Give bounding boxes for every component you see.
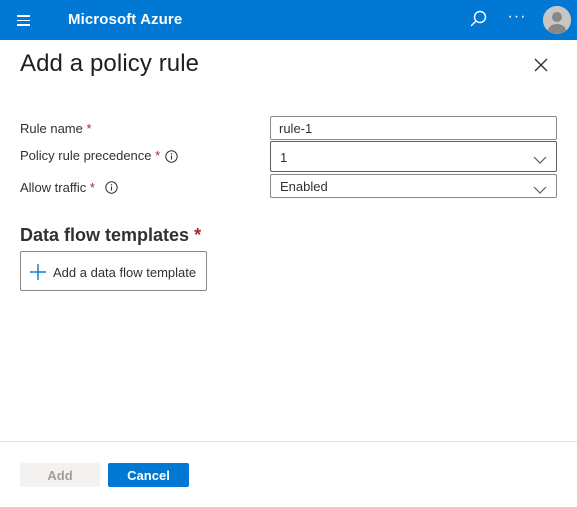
precedence-dropdown[interactable]: 1 [270, 141, 557, 172]
required-marker: * [194, 225, 202, 245]
add-button[interactable]: Add [20, 463, 100, 487]
chevron-down-icon [533, 182, 547, 194]
add-data-flow-template-button[interactable]: Add a data flow template [20, 251, 207, 291]
section-title-text: Data flow templates [20, 225, 190, 245]
menu-icon[interactable] [12, 10, 36, 30]
top-bar: Microsoft Azure ··· [0, 0, 577, 40]
info-icon[interactable] [165, 150, 178, 163]
precedence-label-text: Policy rule precedence [20, 148, 152, 163]
rule-name-input[interactable] [270, 116, 557, 140]
required-marker: * [86, 121, 92, 136]
page-title: Add a policy rule [20, 50, 200, 77]
allow-traffic-value: Enabled [280, 179, 328, 194]
plus-icon [29, 263, 47, 281]
avatar[interactable] [543, 6, 571, 34]
footer-divider [0, 441, 577, 442]
chevron-down-icon [533, 152, 547, 164]
allow-traffic-label: Allow traffic * [20, 180, 95, 195]
rule-name-label: Rule name * [20, 121, 92, 136]
precedence-value: 1 [280, 150, 288, 165]
section-title: Data flow templates * [20, 225, 201, 246]
brand-title[interactable]: Microsoft Azure [68, 11, 182, 28]
cancel-button[interactable]: Cancel [108, 463, 189, 487]
add-data-flow-template-label: Add a data flow template [53, 265, 197, 280]
search-icon[interactable] [465, 8, 491, 32]
required-marker: * [155, 148, 161, 163]
required-marker: * [89, 180, 95, 195]
precedence-label: Policy rule precedence * [20, 148, 160, 163]
allow-traffic-label-text: Allow traffic [20, 180, 87, 195]
close-icon[interactable] [530, 54, 552, 76]
allow-traffic-dropdown[interactable]: Enabled [270, 174, 557, 198]
more-icon[interactable]: ··· [504, 7, 530, 31]
rule-name-label-text: Rule name [20, 121, 83, 136]
info-icon[interactable] [105, 181, 118, 194]
